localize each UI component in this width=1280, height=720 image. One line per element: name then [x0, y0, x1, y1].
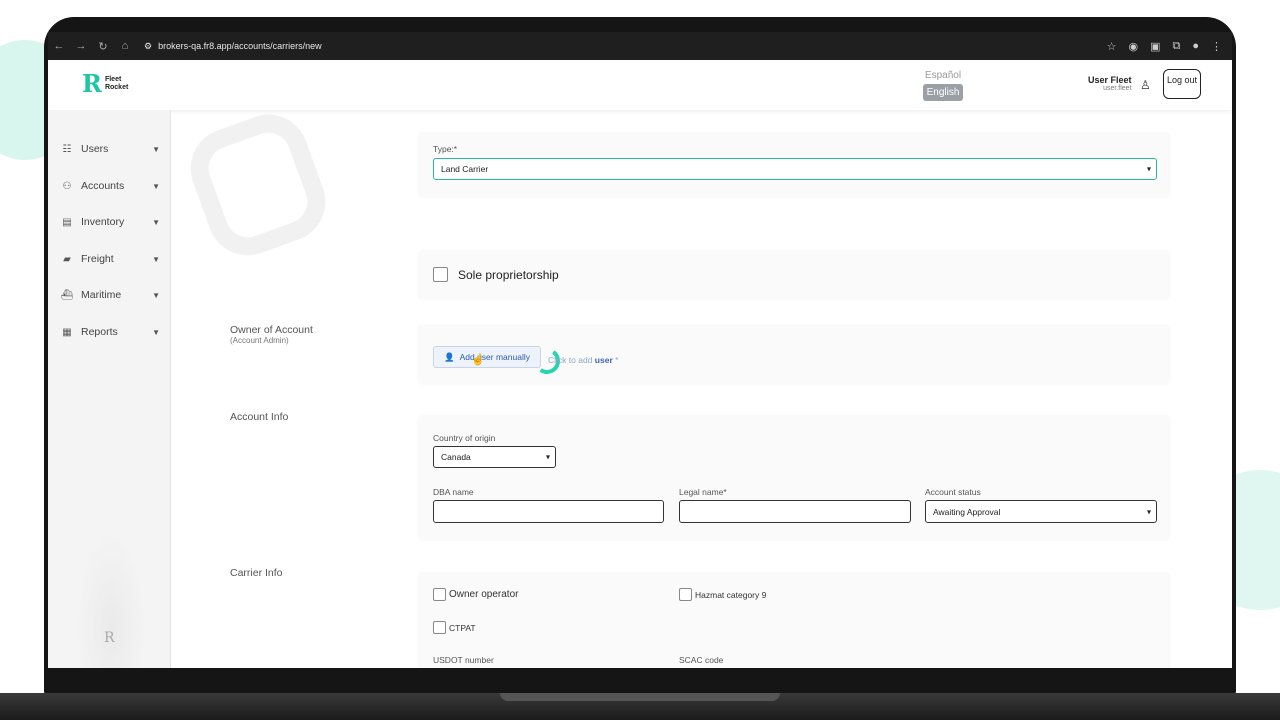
type-select[interactable]: Land Carrier ▾	[433, 158, 1157, 180]
scac-label: SCAC code	[679, 655, 724, 665]
language-switcher: Español English	[923, 70, 963, 101]
sidebar-item-reports[interactable]: ▦ Reports ▼	[60, 322, 160, 342]
chevron-down-icon: ▼	[152, 254, 160, 264]
dba-label: DBA name	[433, 487, 474, 497]
sidebar-item-inventory[interactable]: ▤ Inventory ▼	[60, 212, 160, 232]
profile-avatar-icon[interactable]: ●	[1192, 40, 1199, 52]
mouse-cursor-icon: ☝	[471, 354, 485, 366]
inventory-icon: ▤	[62, 216, 72, 228]
back-icon[interactable]: ←	[48, 40, 70, 52]
extension-icon[interactable]: ▣	[1150, 40, 1160, 53]
sidebar-item-maritime[interactable]: ⛴ Maritime ▼	[60, 285, 160, 305]
ctpat-label: CTPAT	[449, 623, 476, 633]
carrier-info-panel	[418, 572, 1170, 668]
rocket-illustration	[76, 530, 146, 668]
click-to-add-user-hint[interactable]: Click to add user *	[548, 355, 618, 365]
type-label: Type:*	[433, 144, 458, 154]
site-info-icon[interactable]: ⚙	[144, 41, 152, 52]
user-info: User Fleet user.fleet	[1088, 75, 1132, 92]
extension-color-icon[interactable]: ◉	[1128, 40, 1138, 53]
owner-section-title: Owner of Account	[230, 324, 313, 336]
account-status-value: Awaiting Approval	[933, 506, 1001, 517]
sole-proprietorship-label: Sole proprietorship	[458, 268, 559, 282]
bookmark-star-icon[interactable]: ☆	[1107, 40, 1117, 53]
laptop-notch	[500, 693, 780, 701]
select-arrow-icon: ▾	[1146, 164, 1151, 174]
sidebar-item-label: Users	[81, 143, 109, 155]
sidebar-item-label: Freight	[81, 253, 114, 265]
reload-icon[interactable]: ↻	[92, 40, 114, 53]
ship-icon: ⛴	[60, 289, 74, 301]
chevron-down-icon: ▼	[152, 217, 160, 227]
account-status-label: Account status	[925, 487, 981, 497]
country-label: Country of origin	[433, 433, 496, 443]
user-icon[interactable]: ♙	[1140, 78, 1151, 92]
owner-operator-label: Owner operator	[449, 589, 519, 600]
user-handle: user.fleet	[1103, 85, 1132, 92]
app-header: R Fleet Rocket Español English User Flee…	[48, 60, 1232, 110]
puzzle-icon[interactable]: ⧉	[1172, 40, 1180, 53]
usdot-label: USDOT number	[433, 655, 494, 665]
sole-proprietorship-checkbox[interactable]	[433, 267, 448, 282]
select-arrow-icon: ▾	[1146, 507, 1151, 516]
sidebar-item-accounts[interactable]: ⚇ Accounts ▼	[60, 176, 160, 196]
account-info-title: Account Info	[230, 411, 289, 423]
add-user-icon: 👤	[444, 351, 455, 362]
chevron-down-icon: ▼	[152, 327, 160, 337]
owner-operator-checkbox[interactable]	[433, 588, 446, 601]
country-select[interactable]: Canada ▾	[433, 446, 556, 468]
address-bar[interactable]: ⚙ brokers-qa.fr8.app/accounts/carriers/n…	[144, 41, 322, 52]
screenshot-stage: ← → ↻ ⌂ ⚙ brokers-qa.fr8.app/accounts/ca…	[0, 0, 1280, 720]
home-icon[interactable]: ⌂	[114, 40, 136, 52]
hazmat-label: Hazmat category 9	[695, 590, 767, 600]
chevron-down-icon: ▼	[152, 290, 160, 300]
sidebar-item-label: Accounts	[81, 180, 125, 192]
owner-section-subtitle: (Account Admin)	[230, 336, 289, 345]
hazmat-checkbox[interactable]	[679, 588, 692, 601]
legal-name-input[interactable]	[679, 500, 911, 523]
truck-icon: ▰	[63, 253, 71, 265]
legal-name-label: Legal name*	[679, 487, 727, 497]
forward-icon[interactable]: →	[70, 40, 92, 52]
sidebar-item-freight[interactable]: ▰ Freight ▼	[60, 249, 160, 269]
menu-dots-icon[interactable]: ⋮	[1211, 40, 1222, 53]
sidebar-logo-icon: R	[104, 630, 115, 646]
sidebar-item-users[interactable]: ☷ Users ▼	[60, 139, 160, 159]
add-user-manually-button[interactable]: 👤 Add user manually	[433, 346, 541, 368]
logo-text-line2: Rocket	[104, 84, 129, 91]
accounts-icon: ⚇	[62, 180, 72, 192]
browser-toolbar: ← → ↻ ⌂ ⚙ brokers-qa.fr8.app/accounts/ca…	[48, 32, 1232, 60]
select-arrow-icon: ▾	[545, 452, 550, 462]
fleet-rocket-logo[interactable]: R Fleet Rocket	[82, 72, 128, 96]
account-status-select[interactable]: Awaiting Approval ▾	[925, 500, 1157, 523]
carrier-info-title: Carrier Info	[230, 567, 283, 579]
background-logo-watermark	[179, 103, 337, 267]
app-screen: R Fleet Rocket Español English User Flee…	[48, 60, 1232, 668]
dba-name-input[interactable]	[433, 500, 664, 523]
logout-button[interactable]: Log out	[1163, 69, 1201, 99]
lang-option-es[interactable]: Español	[923, 70, 963, 81]
sidebar-item-label: Reports	[81, 326, 118, 338]
user-name: User Fleet	[1088, 75, 1132, 85]
country-select-value: Canada	[441, 452, 471, 462]
reports-icon: ▦	[62, 326, 72, 338]
sidebar-item-label: Maritime	[81, 289, 122, 301]
logo-r-icon: R	[82, 69, 102, 98]
sidebar-item-label: Inventory	[81, 216, 125, 228]
url-text: brokers-qa.fr8.app/accounts/carriers/new	[158, 41, 322, 51]
chevron-down-icon: ▼	[152, 181, 160, 191]
users-icon: ☷	[62, 143, 72, 155]
sidebar: ☷ Users ▼ ⚇ Accounts ▼ ▤ Inventory ▼ ▰ F…	[48, 110, 171, 668]
ctpat-checkbox[interactable]	[433, 621, 446, 634]
type-select-value: Land Carrier	[441, 164, 489, 174]
logo-text-line1: Fleet	[104, 76, 122, 83]
chevron-down-icon: ▼	[152, 144, 160, 154]
lang-option-en[interactable]: English	[923, 84, 963, 101]
